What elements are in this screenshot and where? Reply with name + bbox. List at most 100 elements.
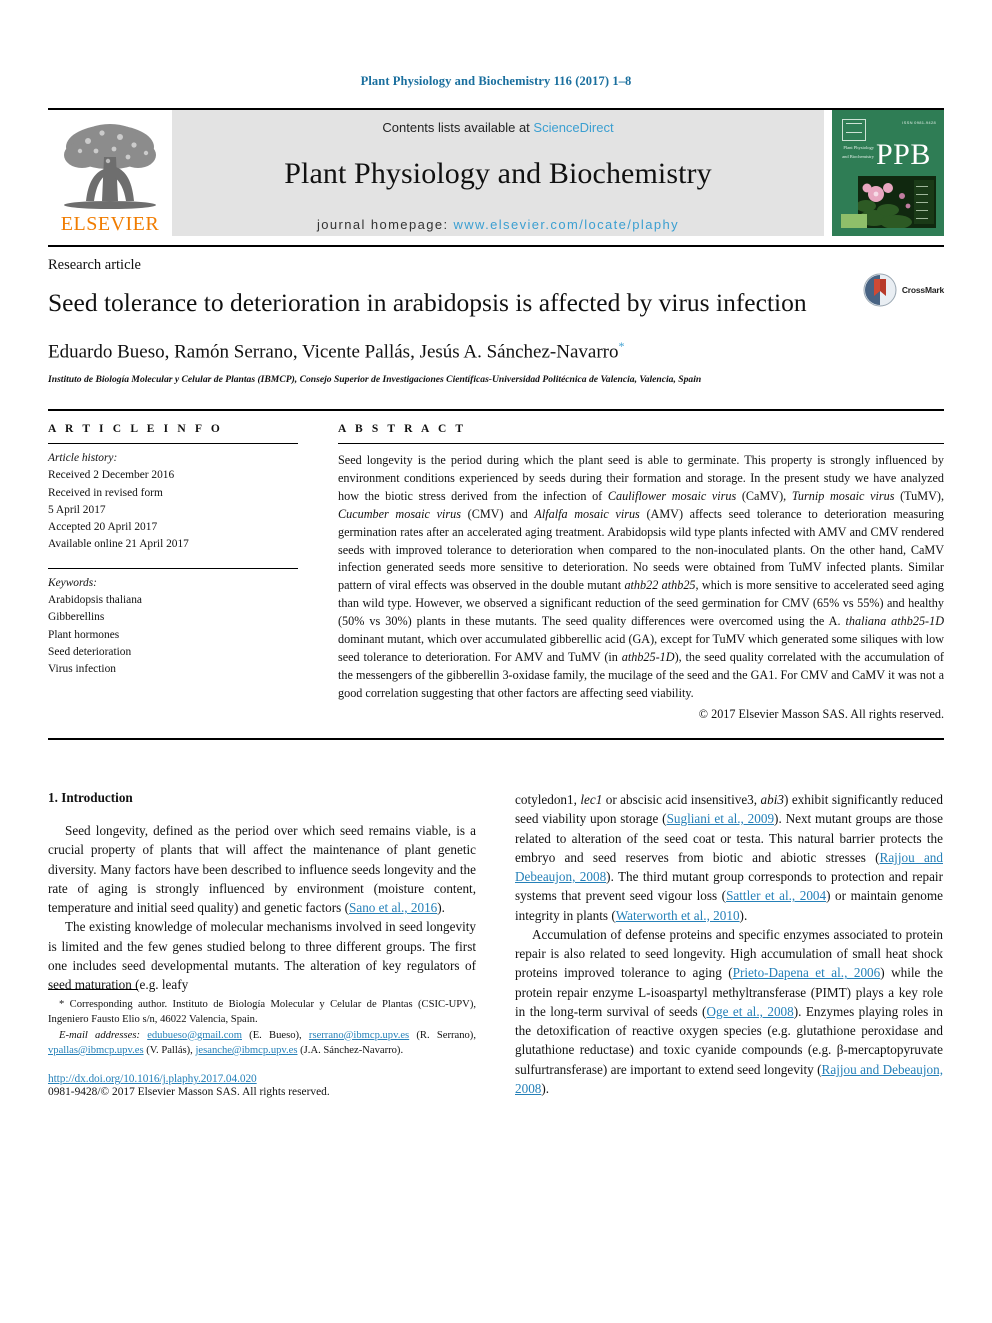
keyword-item: Seed deterioration	[48, 646, 132, 659]
footnote-label: E-mail addresses:	[59, 1029, 140, 1041]
abstract-italic-term: Alfalfa mosaic virus	[534, 506, 640, 521]
text-run: cotyledon1,	[515, 791, 581, 807]
history-item: Accepted 20 April 2017	[48, 521, 158, 534]
abstract-copyright: © 2017 Elsevier Masson SAS. All rights r…	[698, 706, 944, 721]
doi-block: http://dx.doi.org/10.1016/j.plaphy.2017.…	[48, 1073, 476, 1098]
crossmark-label: CrossMark	[901, 285, 944, 295]
sciencedirect-link[interactable]: ScienceDirect	[533, 120, 613, 135]
article-history-heading: Article history:	[48, 451, 118, 464]
author-list: Eduardo Bueso, Ramón Serrano, Vicente Pa…	[48, 339, 944, 363]
homepage-prefix: journal homepage:	[316, 217, 454, 232]
abstract-label: A B S T R A C T	[338, 422, 467, 435]
history-item: Available online 21 April 2017	[48, 538, 189, 551]
cover-sidetext: Plant Physiology and Biochemistry	[842, 145, 874, 159]
paragraph: cotyledon1, lec1 or abscisic acid insens…	[515, 790, 943, 925]
abstract-text-run: (CaMV),	[736, 488, 792, 503]
corresponding-author-footnote: * Corresponding author. Instituto de Bio…	[48, 997, 476, 1028]
citation-link[interactable]: Prieto-Dapena et al., 2006	[733, 965, 881, 980]
email-link[interactable]: vpallas@ibmcp.upv.es	[48, 1045, 144, 1056]
contents-prefix: Contents lists available at	[382, 120, 534, 135]
keyword-item: Plant hormones	[48, 628, 120, 641]
paragraph: The existing knowledge of molecular mech…	[48, 917, 476, 994]
citation-link[interactable]: Sano et al., 2016	[349, 900, 437, 915]
keyword-item: Arabidopsis thaliana	[48, 594, 142, 607]
abstract-text-run: (TuMV),	[894, 488, 944, 503]
paper-page: Plant Physiology and Biochemistry 116 (2…	[0, 0, 992, 1323]
italic-term: lec1	[580, 791, 603, 807]
text-run: (J.A. Sánchez-Navarro).	[297, 1044, 404, 1056]
crossmark-badge[interactable]: CrossMark	[863, 273, 944, 307]
author-names: Eduardo Bueso, Ramón Serrano, Vicente Pa…	[48, 341, 619, 363]
footnote-rule	[48, 988, 138, 990]
article-info-column: A R T I C L E I N F O Article history: R…	[48, 423, 298, 722]
text-run: (R. Serrano),	[409, 1029, 476, 1041]
history-item: Received 2 December 2016	[48, 469, 175, 482]
homepage-url-link[interactable]: www.elsevier.com/locate/plaphy	[453, 217, 679, 232]
abstract-italic-term: athb22 athb25	[624, 578, 696, 593]
history-item: Received in revised form	[48, 486, 163, 499]
article-info-divider	[48, 567, 298, 569]
abstract-italic-term: Cauliflower mosaic virus	[607, 488, 737, 503]
journal-band: Contents lists available at ScienceDirec…	[172, 110, 824, 236]
abstract-text-run: (CMV) and	[460, 506, 535, 521]
journal-title: Plant Physiology and Biochemistry	[284, 157, 712, 190]
history-item: 5 April 2017	[48, 503, 106, 516]
cover-bottom-badge	[841, 214, 867, 228]
issn-copyright-line: 0981-9428/© 2017 Elsevier Masson SAS. Al…	[48, 1086, 330, 1099]
abstract-italic-term: Turnip mosaic virus	[791, 488, 895, 503]
citation-link[interactable]: Sattler et al., 2004	[726, 888, 826, 903]
article-history-block: Article history: Received 2 December 201…	[48, 450, 298, 554]
abstract-italic-term: athb25-1D	[621, 650, 675, 665]
running-head: Plant Physiology and Biochemistry 116 (2…	[360, 74, 632, 88]
cover-issn-code: ISSN 0981-9428	[902, 120, 936, 125]
body-columns: 1. Introduction Seed longevity, defined …	[48, 790, 944, 1098]
text-run: ).	[739, 907, 748, 923]
article-info-rule	[48, 442, 298, 444]
text-run: ).	[541, 1080, 550, 1096]
cover-publisher-mark-icon	[842, 119, 866, 141]
cover-flower-image	[858, 176, 936, 228]
citation-link[interactable]: Waterworth et al., 2010	[616, 908, 740, 923]
introduction-heading: 1. Introduction	[48, 789, 133, 805]
elsevier-wordmark: ELSEVIER	[60, 213, 160, 235]
text-run: * Corresponding author. Instituto de Bio…	[48, 998, 476, 1026]
article-info-label: A R T I C L E I N F O	[48, 422, 223, 435]
doi-link[interactable]: http://dx.doi.org/10.1016/j.plaphy.2017.…	[48, 1073, 476, 1085]
text-run: The existing knowledge of molecular mech…	[48, 919, 476, 993]
keyword-item: Virus infection	[48, 663, 116, 676]
email-addresses-footnote: E-mail addresses: edubueso@gmail.com (E.…	[48, 1028, 476, 1059]
page-title: Seed tolerance to deterioration in arabi…	[48, 288, 807, 317]
text-run: ).	[437, 900, 445, 916]
elsevier-logo: ELSEVIER	[48, 110, 172, 236]
citation-link[interactable]: Sugliani et al., 2009	[667, 811, 774, 826]
citation-link[interactable]: Oge et al., 2008	[706, 1004, 793, 1019]
article-type: Research article	[48, 257, 141, 273]
paragraph: Accumulation of defense proteins and spe…	[515, 925, 943, 1098]
abstract-italic-term: Cucumber mosaic virus	[338, 506, 461, 521]
elsevier-tree-icon	[64, 124, 156, 209]
keywords-block: Keywords: Arabidopsis thaliana Gibberell…	[48, 575, 298, 679]
abstract-rule	[338, 442, 944, 444]
contents-line: Contents lists available at ScienceDirec…	[382, 120, 613, 135]
left-column: 1. Introduction Seed longevity, defined …	[48, 790, 476, 1098]
journal-masthead: ELSEVIER Contents lists available at Sci…	[48, 108, 944, 236]
email-link[interactable]: edubueso@gmail.com	[147, 1030, 242, 1041]
crossmark-icon	[863, 273, 897, 307]
homepage-line: journal homepage: www.elsevier.com/locat…	[317, 217, 679, 232]
email-link[interactable]: rserrano@ibmcp.upv.es	[309, 1030, 409, 1041]
cover-acronym: PPB	[876, 138, 931, 171]
info-abstract-section: A R T I C L E I N F O Article history: R…	[48, 408, 944, 722]
paragraph: Seed longevity, defined as the period ov…	[48, 821, 476, 917]
cover-photo	[858, 176, 936, 228]
corresponding-author-marker: *	[618, 339, 625, 354]
right-column: cotyledon1, lec1 or abscisic acid insens…	[515, 790, 943, 1098]
article-head: Research article Seed tolerance to deter…	[48, 245, 944, 388]
italic-term: abi3	[760, 791, 784, 807]
email-link[interactable]: jesanche@ibmcp.upv.es	[195, 1045, 297, 1056]
abstract-column: A B S T R A C T Seed longevity is the pe…	[338, 423, 944, 722]
text-run: (V. Pallás),	[143, 1044, 196, 1056]
keywords-heading: Keywords:	[48, 576, 97, 589]
text-run: or abscisic acid insensitive3,	[602, 791, 761, 807]
keyword-item: Gibberellins	[48, 611, 105, 624]
footnotes-block: * Corresponding author. Instituto de Bio…	[48, 988, 476, 1098]
